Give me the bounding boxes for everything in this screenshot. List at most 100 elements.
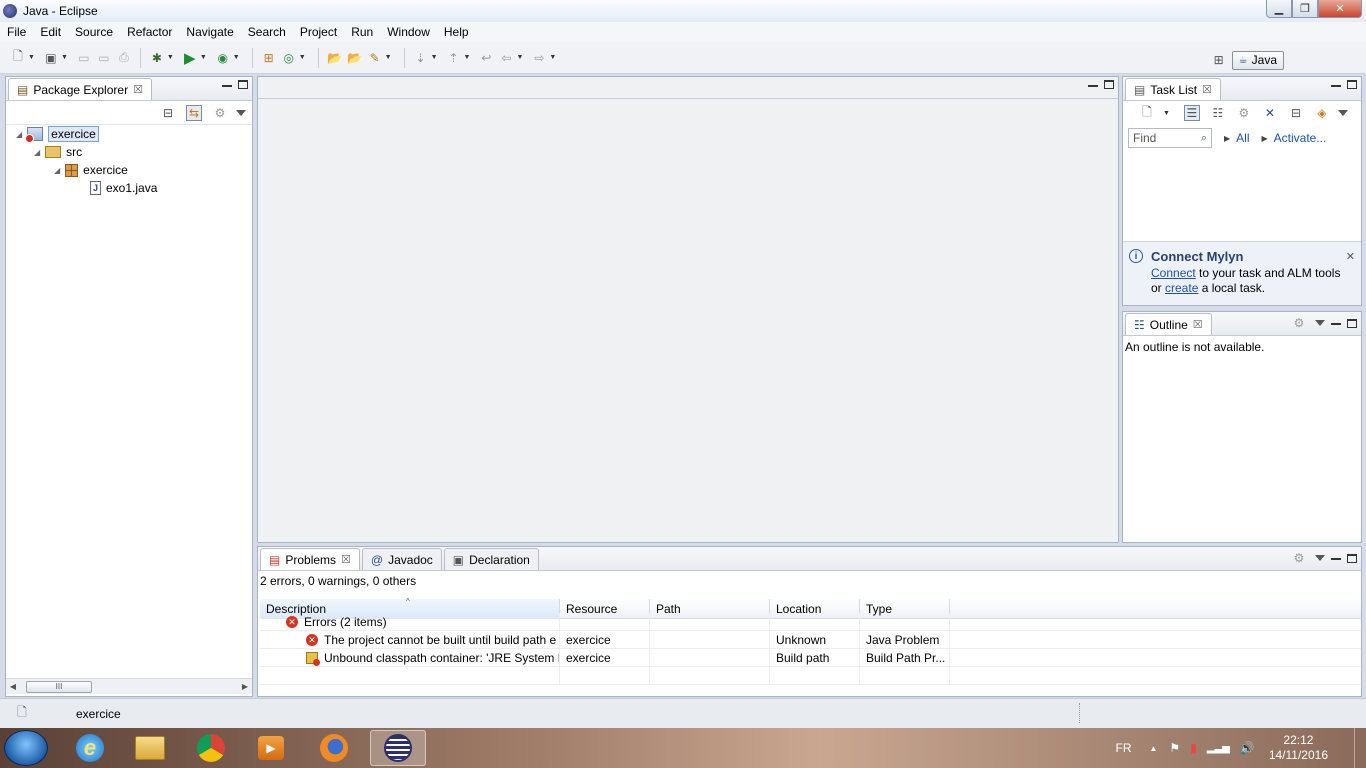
fast-view-icon[interactable]: 🗋 — [14, 705, 30, 722]
view-menu-dropdown-icon[interactable] — [1315, 555, 1325, 561]
menu-project[interactable]: Project — [293, 25, 344, 39]
taskbar-internet-explorer[interactable]: e — [62, 730, 118, 766]
taskbar-chrome[interactable] — [183, 730, 239, 766]
collapse-arrow-icon[interactable]: ◢ — [34, 148, 40, 157]
sync-icon[interactable]: ⚙ — [1236, 105, 1252, 121]
scroll-right-icon[interactable]: ▶ — [238, 682, 252, 691]
view-menu-icon[interactable]: ⚙ — [1291, 315, 1307, 331]
external-tools-icon[interactable]: ◉ — [215, 50, 231, 66]
all-link[interactable]: All — [1236, 131, 1249, 145]
maximize-editor-icon[interactable] — [1104, 80, 1114, 89]
connect-link[interactable]: Connect — [1151, 266, 1196, 280]
menu-source[interactable]: Source — [68, 25, 120, 39]
create-link[interactable]: create — [1165, 281, 1198, 295]
maximize-view-icon[interactable] — [1347, 553, 1357, 563]
categorized-icon[interactable]: ☰ — [1183, 105, 1200, 121]
scheduled-icon[interactable]: ☷ — [1210, 105, 1226, 121]
volume-icon[interactable]: 🔊 — [1240, 741, 1255, 755]
new-java-icon[interactable]: ▣ — [43, 50, 59, 66]
forward-dropdown-icon[interactable]: ▼ — [549, 54, 556, 61]
network-signal-icon[interactable]: ▂▃▅ — [1207, 743, 1230, 754]
debug-dropdown-icon[interactable]: ▼ — [167, 54, 174, 61]
new-icon[interactable]: 🗋 — [10, 49, 26, 66]
close-tab-icon[interactable]: ☒ — [1193, 318, 1203, 331]
show-desktop-button[interactable] — [1354, 728, 1366, 768]
tree-item-file[interactable]: J exo1.java — [90, 179, 157, 197]
find-input-box[interactable]: Find ⌕ — [1128, 128, 1212, 148]
taskbar-eclipse[interactable] — [370, 730, 426, 766]
new-task-dropdown-icon[interactable]: ▼ — [1163, 110, 1170, 117]
problems-group-row[interactable]: ✕ Errors (2 items) — [260, 613, 1361, 631]
collapse-arrow-icon[interactable]: ◢ — [16, 130, 22, 139]
new-dropdown-icon[interactable]: ▼ — [28, 54, 35, 61]
view-menu-dropdown-icon[interactable] — [1337, 110, 1348, 116]
collapse-arrow-icon[interactable]: ◢ — [54, 166, 60, 175]
collapse-all-icon[interactable]: ⊟ — [160, 105, 176, 121]
minimize-view-icon[interactable] — [1331, 84, 1341, 87]
tree-item-src[interactable]: ◢ src — [34, 143, 82, 161]
view-menu-icon[interactable]: ⚙ — [212, 105, 228, 121]
start-button[interactable] — [4, 730, 48, 766]
previous-annotation-icon[interactable]: ⇡ — [446, 50, 462, 66]
close-mylyn-icon[interactable]: ✕ — [1346, 250, 1355, 263]
tab-task-list[interactable]: ▤ Task List ☒ — [1125, 78, 1221, 100]
menu-file[interactable]: File — [0, 25, 33, 39]
last-edit-icon[interactable]: ↩ — [478, 50, 494, 66]
debug-icon[interactable]: ✱ — [149, 50, 165, 66]
scrollbar-thumb[interactable]: III — [26, 680, 92, 693]
menu-search[interactable]: Search — [241, 25, 293, 39]
open-perspective-icon[interactable]: ⊞ — [1211, 52, 1227, 68]
tree-item-package[interactable]: ◢ exercice — [54, 161, 128, 179]
next-annotation-icon[interactable]: ⇣ — [413, 50, 429, 66]
menu-help[interactable]: Help — [437, 25, 476, 39]
clock[interactable]: 22:12 14/11/2016 — [1269, 733, 1328, 763]
menu-window[interactable]: Window — [380, 25, 437, 39]
maximize-view-icon[interactable] — [1347, 80, 1357, 89]
external-tools-dropdown-icon[interactable]: ▼ — [233, 54, 240, 61]
save-all-icon[interactable]: ▭ — [96, 50, 112, 66]
minimize-view-icon[interactable] — [1331, 558, 1341, 560]
taskbar-firefox[interactable] — [306, 730, 362, 766]
tab-problems[interactable]: ▤ Problems ☒ — [260, 548, 360, 570]
new-task-icon[interactable]: 🗋 — [1139, 105, 1155, 121]
search-dropdown-icon[interactable]: ▼ — [385, 54, 392, 61]
print-icon[interactable]: ⎙ — [116, 50, 132, 66]
close-tab-icon[interactable]: ☒ — [1202, 83, 1212, 96]
taskbar-explorer[interactable] — [122, 730, 178, 766]
tab-javadoc[interactable]: @ Javadoc — [361, 548, 442, 570]
open-type-icon[interactable]: 📂 — [327, 50, 343, 66]
tree-item-project[interactable]: ◢ exercice — [16, 125, 99, 143]
back-dropdown-icon[interactable]: ▼ — [516, 54, 523, 61]
view-menu-dropdown-icon[interactable] — [1315, 320, 1325, 326]
table-row[interactable]: ✕ The project cannot be built until buil… — [260, 631, 1361, 649]
back-icon[interactable]: ⇦ — [498, 50, 514, 66]
view-menu-icon[interactable]: ⚙ — [1291, 550, 1307, 566]
menu-refactor[interactable]: Refactor — [120, 25, 179, 39]
menu-navigate[interactable]: Navigate — [179, 25, 240, 39]
taskbar-media-player[interactable]: ▶ — [243, 730, 299, 766]
next-annotation-dropdown-icon[interactable]: ▼ — [431, 54, 438, 61]
action-center-flag-icon[interactable]: ⚑ — [1169, 741, 1180, 755]
show-hidden-icons-icon[interactable]: ▲ — [1150, 744, 1158, 753]
search-icon[interactable]: ✎ — [367, 50, 383, 66]
view-menu-dropdown-icon[interactable] — [236, 109, 246, 116]
tab-outline[interactable]: ☷ Outline ☒ — [1125, 313, 1212, 335]
table-row[interactable]: Unbound classpath container: 'JRE System… — [260, 649, 1361, 667]
focus-icon[interactable]: ◈ — [1314, 105, 1330, 121]
menu-run[interactable]: Run — [344, 25, 380, 39]
new-class-dropdown-icon[interactable]: ▼ — [299, 54, 306, 61]
hide-completed-icon[interactable]: ✕ — [1262, 105, 1278, 121]
new-package-icon[interactable]: ⊞ — [261, 50, 277, 66]
maximize-button[interactable]: ❐ — [1292, 0, 1318, 18]
scroll-left-icon[interactable]: ◀ — [6, 682, 20, 691]
editor-area[interactable] — [257, 76, 1119, 543]
maximize-view-icon[interactable] — [238, 80, 248, 89]
activate-link[interactable]: Activate... — [1274, 131, 1327, 145]
forward-icon[interactable]: ⇨ — [531, 50, 547, 66]
run-icon[interactable]: ▶ — [182, 50, 198, 67]
minimize-view-icon[interactable] — [1331, 323, 1341, 325]
open-task-icon[interactable]: 📂 — [347, 50, 363, 66]
minimize-editor-icon[interactable] — [1088, 84, 1098, 87]
save-icon[interactable]: ▭ — [76, 50, 92, 66]
horizontal-scrollbar[interactable]: ◀ III ▶ — [6, 678, 252, 694]
